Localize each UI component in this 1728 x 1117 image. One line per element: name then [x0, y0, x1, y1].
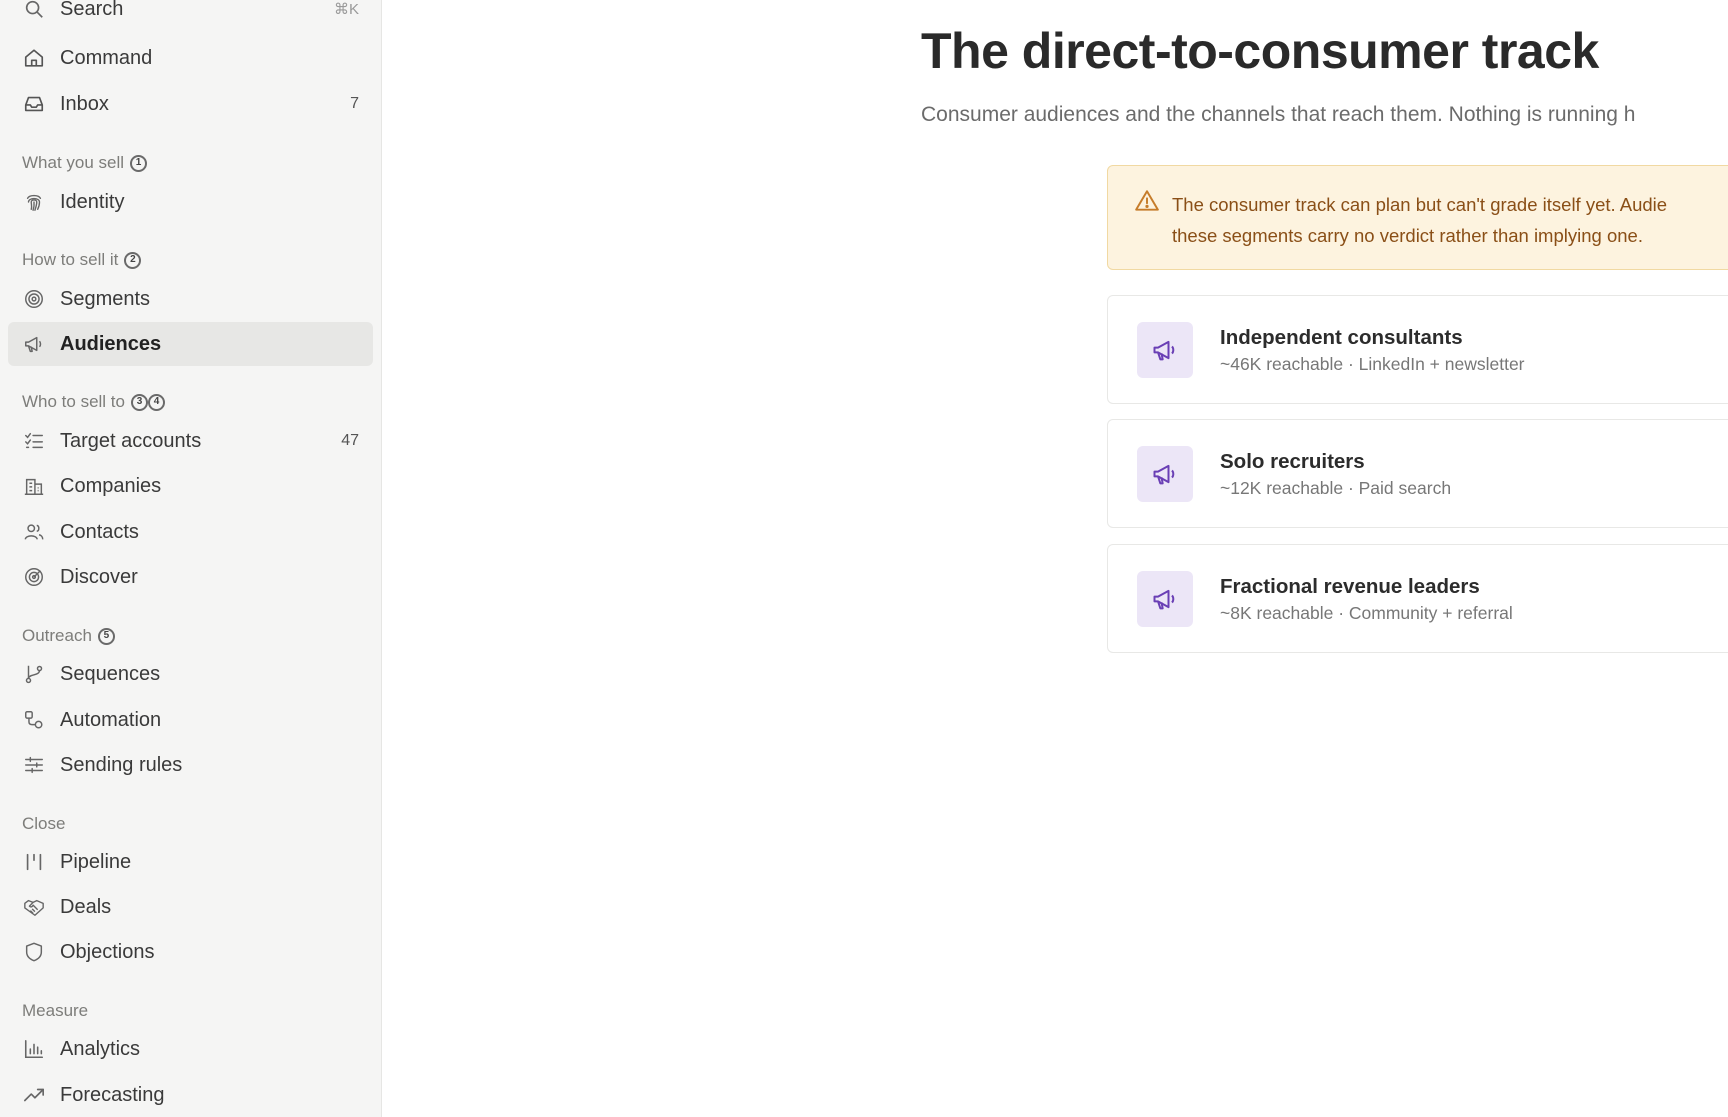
section-close: Close — [22, 814, 65, 834]
search-button[interactable]: Search ⌘K — [8, 0, 373, 31]
main-content: The direct-to-consumer track Consumer au… — [383, 0, 1728, 1117]
sliders-icon — [22, 753, 46, 777]
audience-meta: ~46K reachable · LinkedIn + newsletter — [1220, 354, 1525, 374]
step-badge: 4 — [148, 393, 165, 411]
section-who-to-sell-to: Who to sell to 3 4 — [22, 392, 165, 412]
target-accounts-count: 47 — [341, 432, 359, 449]
sidebar-item-label: Command — [60, 46, 153, 69]
megaphone-icon — [1137, 322, 1193, 378]
section-measure: Measure — [22, 1001, 88, 1021]
sidebar-item-label: Contacts — [60, 520, 139, 543]
warning-text: The consumer track can plan but can't gr… — [1172, 189, 1728, 251]
sidebar-item-label: Segments — [60, 287, 151, 310]
users-icon — [22, 520, 46, 544]
home-icon — [22, 46, 46, 70]
warning-line: these segments carry no verdict rather t… — [1172, 225, 1643, 246]
trending-up-icon — [22, 1083, 46, 1107]
audience-card[interactable]: Independent consultants ~46K reachable ·… — [1107, 295, 1728, 404]
section-title: Close — [22, 814, 66, 833]
sidebar-item-target-accounts[interactable]: Target accounts 47 — [8, 419, 373, 463]
section-title: Outreach — [22, 626, 92, 645]
step-badge: 5 — [97, 627, 115, 645]
search-label: Search — [60, 0, 124, 20]
megaphone-icon — [1137, 571, 1193, 627]
sidebar-item-label: Automation — [60, 708, 162, 731]
sidebar-item-inbox[interactable]: Inbox 7 — [8, 82, 373, 126]
audience-name: Fractional revenue leaders — [1220, 575, 1480, 598]
sidebar-item-pipeline[interactable]: Pipeline — [8, 840, 373, 884]
radar-icon — [22, 565, 46, 589]
bar-chart-icon — [22, 1037, 46, 1061]
section-title: Who to sell to — [22, 392, 125, 411]
megaphone-icon — [22, 332, 46, 356]
audience-card[interactable]: Fractional revenue leaders ~8K reachable… — [1107, 544, 1728, 653]
sidebar-item-contacts[interactable]: Contacts — [8, 510, 373, 554]
step-badge: 3 — [131, 393, 148, 411]
step-badge: 1 — [130, 154, 148, 172]
search-shortcut: ⌘K — [333, 1, 359, 18]
section-title: Measure — [22, 1001, 89, 1020]
sidebar-item-label: Identity — [60, 190, 125, 213]
sidebar-item-label: Deals — [60, 895, 112, 918]
sidebar-item-deals[interactable]: Deals — [8, 885, 373, 929]
shield-icon — [22, 940, 46, 964]
app-window: Search ⌘K Command Inbox 7 What you sell … — [0, 0, 1728, 1117]
sidebar-item-analytics[interactable]: Analytics — [8, 1027, 373, 1071]
sidebar-item-audiences[interactable]: Audiences — [8, 322, 373, 366]
kanban-icon — [22, 850, 46, 874]
section-what-you-sell: What you sell 1 — [22, 153, 148, 173]
section-title: What you sell — [22, 153, 125, 172]
section-title: How to sell it — [22, 250, 119, 269]
sidebar-item-label: Sending rules — [60, 753, 183, 776]
sidebar-item-segments[interactable]: Segments — [8, 277, 373, 321]
sidebar-item-objections[interactable]: Objections — [8, 930, 373, 974]
warning-line: The consumer track can plan but can't gr… — [1172, 194, 1668, 215]
section-outreach: Outreach 5 — [22, 626, 115, 646]
audience-card[interactable]: Solo recruiters ~12K reachable · Paid se… — [1107, 419, 1728, 528]
warning-banner: The consumer track can plan but can't gr… — [1107, 165, 1728, 270]
sidebar-item-command[interactable]: Command — [8, 36, 373, 80]
sidebar-item-forecasting[interactable]: Forecasting — [8, 1073, 373, 1117]
sidebar-item-label: Inbox — [60, 92, 109, 115]
sidebar-item-sequences[interactable]: Sequences — [8, 652, 373, 696]
building-icon — [22, 474, 46, 498]
audience-meta: ~12K reachable · Paid search — [1220, 478, 1452, 498]
sidebar-item-label: Audiences — [60, 332, 162, 355]
sidebar: Search ⌘K Command Inbox 7 What you sell … — [0, 0, 382, 1117]
warning-triangle-icon — [1135, 190, 1159, 211]
inbox-icon — [22, 92, 46, 116]
search-icon — [22, 0, 46, 21]
sidebar-item-label: Sequences — [60, 662, 161, 685]
step-badge: 2 — [124, 251, 142, 269]
sidebar-item-label: Forecasting — [60, 1083, 165, 1106]
sidebar-item-identity[interactable]: Identity — [8, 180, 373, 224]
page-subtitle: Consumer audiences and the channels that… — [921, 103, 1636, 126]
workflow-icon — [22, 708, 46, 732]
inbox-count: 7 — [350, 95, 359, 112]
section-how-to-sell-it: How to sell it 2 — [22, 250, 142, 270]
sidebar-item-label: Discover — [60, 565, 138, 588]
sidebar-item-label: Companies — [60, 474, 162, 497]
audience-name: Independent consultants — [1220, 326, 1463, 349]
target-rings-icon — [22, 287, 46, 311]
sidebar-item-sending-rules[interactable]: Sending rules — [8, 743, 373, 787]
page-title: The direct-to-consumer track — [921, 23, 1599, 79]
audience-meta: ~8K reachable · Community + referral — [1220, 603, 1513, 623]
git-branch-icon — [22, 662, 46, 686]
megaphone-icon — [1137, 446, 1193, 502]
handshake-icon — [22, 895, 46, 919]
fingerprint-icon — [22, 190, 46, 214]
sidebar-item-label: Objections — [60, 940, 155, 963]
audience-name: Solo recruiters — [1220, 450, 1365, 473]
sidebar-item-label: Target accounts — [60, 429, 202, 452]
sidebar-item-label: Analytics — [60, 1037, 141, 1060]
sidebar-item-automation[interactable]: Automation — [8, 698, 373, 742]
sidebar-item-discover[interactable]: Discover — [8, 555, 373, 599]
sidebar-item-label: Pipeline — [60, 850, 132, 873]
checklist-icon — [22, 429, 46, 453]
sidebar-item-companies[interactable]: Companies — [8, 464, 373, 508]
